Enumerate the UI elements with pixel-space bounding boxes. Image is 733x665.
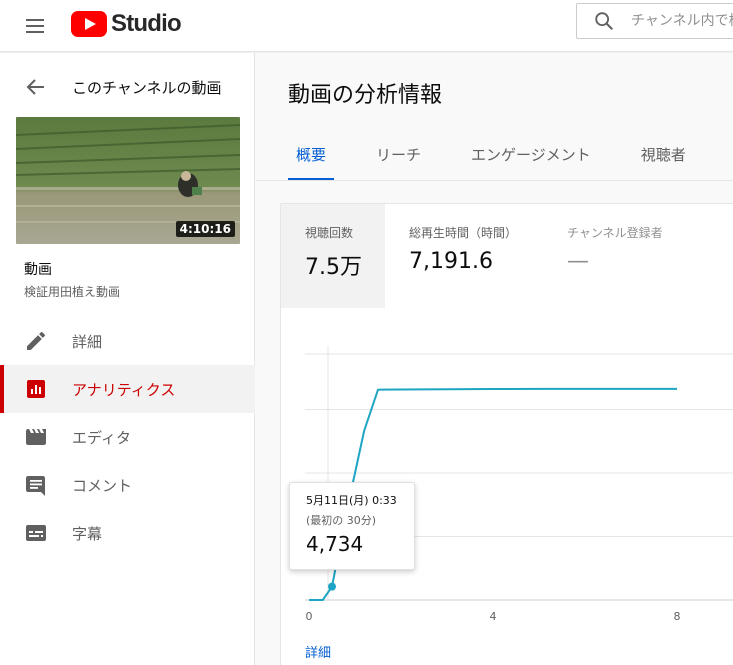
- sidebar-item-details[interactable]: 詳細: [0, 317, 255, 365]
- hamburger-menu-button[interactable]: [22, 12, 50, 40]
- subtitles-icon: [24, 521, 48, 545]
- sidebar-nav: 詳細 アナリティクス エディタ コメント 字幕: [0, 317, 255, 557]
- youtube-logo-icon: [71, 11, 107, 37]
- arrow-back-icon[interactable]: [24, 75, 48, 99]
- chart-tooltip: 5月11日(月) 0:33 (最初の 30分) 4,734: [289, 482, 415, 570]
- tabs-divider: [256, 180, 733, 181]
- sidebar-item-editor[interactable]: エディタ: [0, 413, 255, 461]
- sidebar-item-label: アナリティクス: [72, 381, 176, 399]
- metric-watch-time[interactable]: 総再生時間（時間） 7,191.6: [385, 204, 545, 308]
- tooltip-date: 5月11日(月) 0:33: [306, 494, 397, 507]
- metric-value: —: [567, 249, 589, 274]
- tab-reach[interactable]: リーチ: [368, 133, 429, 181]
- clapperboard-icon: [24, 425, 48, 449]
- menu-bar: [26, 31, 44, 33]
- search-input[interactable]: [631, 13, 733, 29]
- video-subtitle: 検証用田植え動画: [24, 285, 121, 299]
- overview-card: 視聴回数 7.5万 総再生時間（時間） 7,191.6 チャンネル登録者 — 0…: [280, 203, 733, 665]
- menu-bar: [26, 25, 44, 27]
- metric-value: 7.5万: [305, 255, 362, 280]
- views-line-chart[interactable]: 0 4 8: [281, 314, 733, 644]
- metric-subscribers[interactable]: チャンネル登録者 —: [543, 204, 703, 308]
- details-link[interactable]: 詳細: [305, 642, 331, 661]
- tab-overview[interactable]: 概要: [288, 133, 335, 181]
- tooltip-value: 4,734: [306, 532, 364, 556]
- top-header: Studio: [0, 0, 733, 52]
- main-content: 動画の分析情報 概要 リーチ エンゲージメント 視聴者 視聴回数 7.5万 総再…: [256, 53, 733, 665]
- video-thumbnail[interactable]: 4:10:16: [16, 117, 240, 244]
- video-duration: 4:10:16: [175, 221, 235, 237]
- sidebar-item-label: 字幕: [72, 525, 103, 543]
- chart-x-tick-label: 0: [306, 610, 313, 623]
- back-label: このチャンネルの動画: [72, 79, 222, 97]
- metric-value: 7,191.6: [409, 249, 493, 274]
- metric-label: 視聴回数: [305, 226, 354, 240]
- chart-highlight-point: [328, 582, 336, 591]
- search-icon: [593, 10, 615, 32]
- tab-engagement[interactable]: エンゲージメント: [463, 133, 599, 181]
- tab-audience[interactable]: 視聴者: [633, 133, 694, 181]
- tooltip-subtitle: (最初の 30分): [306, 514, 377, 527]
- comment-icon: [24, 473, 48, 497]
- studio-logo-text: Studio: [111, 10, 182, 37]
- sidebar-item-label: エディタ: [72, 429, 131, 447]
- sidebar-item-analytics[interactable]: アナリティクス: [0, 365, 255, 413]
- menu-bar: [26, 19, 44, 21]
- chart-x-tick-label: 4: [490, 610, 497, 623]
- sidebar: このチャンネルの動画 4:10:16 動画 検証用田植え動画 詳細 アナリティク…: [0, 53, 255, 665]
- metric-label: 総再生時間（時間）: [409, 226, 518, 240]
- chart-x-tick-label: 8: [674, 610, 681, 623]
- analytics-icon: [24, 377, 48, 401]
- page-title: 動画の分析情報: [288, 83, 443, 108]
- studio-logo[interactable]: Studio: [71, 9, 182, 39]
- metric-views[interactable]: 視聴回数 7.5万: [281, 204, 385, 308]
- video-title: 動画: [24, 262, 52, 278]
- sidebar-item-label: コメント: [72, 477, 133, 495]
- sidebar-item-subtitles[interactable]: 字幕: [0, 509, 255, 557]
- metric-label: チャンネル登録者: [567, 226, 663, 240]
- analytics-tabs: 概要 リーチ エンゲージメント 視聴者: [288, 133, 728, 181]
- sidebar-item-comments[interactable]: コメント: [0, 461, 255, 509]
- search-box[interactable]: [576, 3, 733, 39]
- back-to-channel-videos[interactable]: このチャンネルの動画: [0, 67, 255, 107]
- sidebar-item-label: 詳細: [72, 333, 103, 351]
- pencil-icon: [24, 329, 48, 353]
